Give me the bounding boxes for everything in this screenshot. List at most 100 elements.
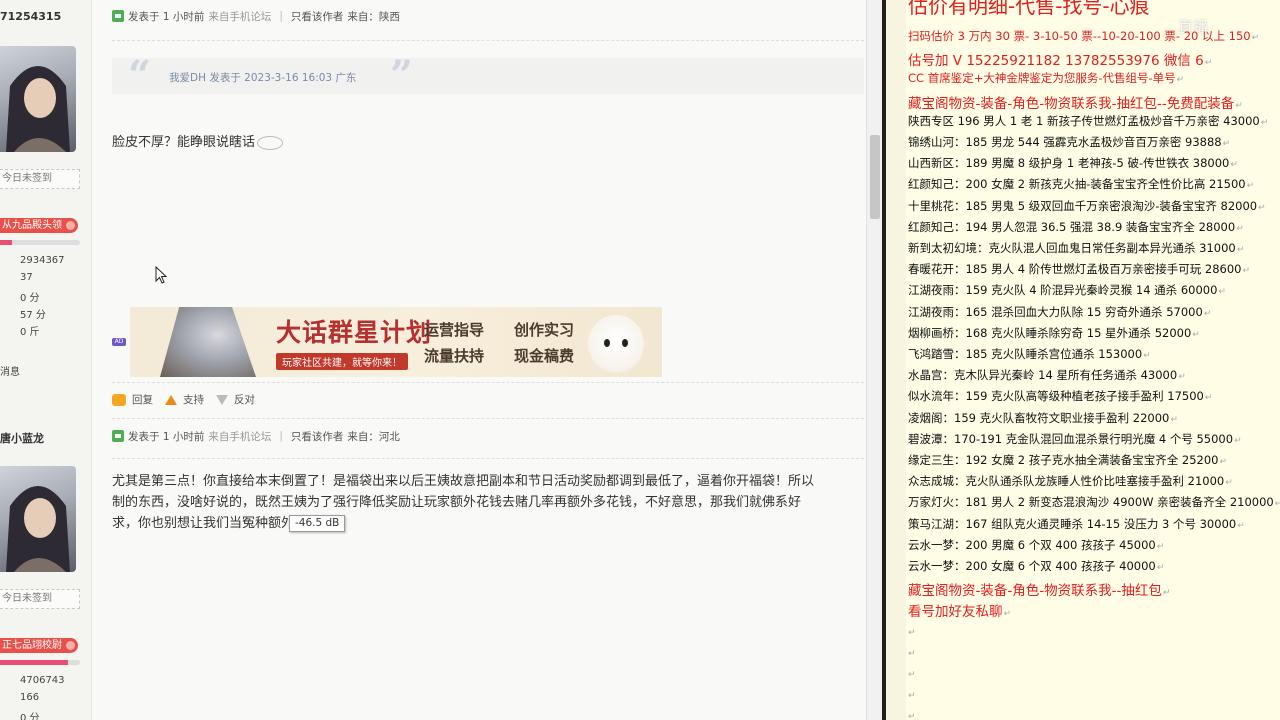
- sheet-line: 碧波潭：170-191 克金队混回血混杀景行明光魔 4 个号 55000↵: [908, 431, 1242, 447]
- paragraph-mark-icon: ↵: [1203, 308, 1212, 319]
- sheet-line-text: 陕西专区 196 男人 1 老 1 新孩子传世燃灯孟极炒音千万亲密 43000: [908, 113, 1260, 128]
- post-source-link[interactable]: 来自手机论坛: [208, 429, 271, 444]
- avatar[interactable]: [0, 46, 76, 152]
- sheet-line: 藏宝阁物资-装备-角色-物资联系我-抽红包--免费配装备↵: [908, 92, 1243, 112]
- sheet-line-text: 策马江湖：167 组队克火通灵睡杀 14-15 没压力 3 个号 30000: [908, 516, 1237, 531]
- sheet-line: 藏宝阁物资-装备-角色-物资联系我--抽红包↵: [908, 579, 1170, 599]
- quote-source[interactable]: 我爱DH 发表于 2023-3-16 16:03 广东: [169, 70, 356, 85]
- message-link[interactable]: 消息: [0, 363, 20, 378]
- paragraph-mark-icon: ↵: [908, 690, 916, 701]
- sheet-line: 飞鸿踏雪：185 克火队睡杀宫位通杀 153000↵: [908, 346, 1151, 362]
- stat-value: 4706743: [20, 675, 65, 686]
- post-time: 发表于 1 小时前: [128, 10, 205, 23]
- vertical-scrollbar[interactable]: [866, 0, 882, 720]
- ad-feature: 现金稿费: [514, 347, 575, 365]
- sheet-line-text: 藏宝阁物资-装备-角色-物资联系我-抽红包--免费配装备: [908, 95, 1235, 112]
- sheet-line: 陕西专区 196 男人 1 老 1 新孩子传世燃灯孟极炒音千万亲密 43000↵: [908, 113, 1268, 129]
- sheet-line: 缘定三生：192 女魔 2 孩子克水抽全满装备宝宝齐全 25200↵: [908, 452, 1227, 468]
- reply-button[interactable]: 回复: [112, 392, 153, 407]
- paragraph-mark-icon: ↵: [1236, 245, 1245, 255]
- emoticon-icon: [257, 135, 284, 150]
- sheet-line-text: 万家灯火：181 男人 2 新变态混浪淘沙 4900W 亲密装备齐全 21000…: [908, 495, 1274, 510]
- paragraph-mark-icon: ↵: [1204, 393, 1213, 404]
- paragraph-mark-icon: ↵: [1274, 499, 1280, 510]
- post-actions: 回复 支持 反对: [112, 392, 255, 407]
- divider: [112, 382, 864, 383]
- sheet-line-text: 藏宝阁物资-装备-角色-物资联系我--抽红包: [908, 583, 1162, 600]
- level-progress-bar: [0, 240, 80, 245]
- sheet-line: 众志成城：克火队通杀队龙族睡人性价比哇塞接手盈利 21000↵: [908, 473, 1233, 489]
- paragraph-mark-icon: ↵: [1251, 33, 1260, 43]
- sheet-line-text: 江湖夜雨：159 克火队 4 阶混异光秦岭灵猴 14 通杀 60000: [908, 283, 1218, 298]
- ad-label: AD: [112, 338, 126, 346]
- oppose-button[interactable]: 反对: [216, 392, 255, 407]
- divider: [112, 458, 864, 459]
- sheet-line: 云水一梦：200 女魔 6 个双 400 孩孩子 40000↵: [908, 558, 1164, 574]
- rank-badge: 从九品殿头领: [0, 218, 78, 233]
- sheet-line-text: 春暖花开：185 男人 4 阶传世燃灯孟极百万亲密接手可玩 28600: [908, 262, 1242, 277]
- paragraph-mark-icon: ↵: [1242, 266, 1251, 277]
- username[interactable]: 唐小蓝龙: [0, 430, 44, 446]
- paragraph-mark-icon: ↵: [908, 648, 916, 659]
- sheet-line: 看号加好友私聊↵: [908, 600, 1011, 620]
- sheet-line-text: 缘定三生：192 女魔 2 孩子克水抽全满装备宝宝齐全 25200: [908, 453, 1219, 467]
- mobile-post-icon: [112, 430, 124, 442]
- post-source-link[interactable]: 来自手机论坛: [208, 9, 271, 24]
- oppose-label: 反对: [234, 394, 255, 406]
- sheet-line: 江湖夜雨：159 克火队 4 阶混异光秦岭灵猴 14 通杀 60000↵: [908, 282, 1226, 298]
- signin-status[interactable]: 今日未签到: [0, 169, 80, 189]
- sheet-line-text: 似水流年：159 克火队高等级种植老孩子接手盈利 17500: [908, 389, 1204, 404]
- sheet-line: 春暖花开：185 男人 4 阶传世燃灯孟极百万亲密接手可玩 28600↵: [908, 261, 1250, 277]
- paragraph-mark-icon: ↵: [1218, 287, 1226, 298]
- sheet-line: 江湖夜雨：165 混杀回血大力队除 15 穷奇外通杀 57000↵: [908, 304, 1211, 320]
- sheet-line: 十里桃花：185 男鬼 5 级双回血千万亲密浪淘沙-装备宝宝齐 82000↵: [908, 198, 1266, 214]
- stat-value: 0 分: [20, 713, 40, 720]
- stat-value: 37: [20, 272, 33, 283]
- paragraph-mark-icon: ↵: [1170, 414, 1178, 425]
- sheet-line: 红颜知己：200 女魔 2 新孩克火抽-装备宝宝齐全性价比高 21500↵: [908, 176, 1254, 192]
- sheet-line: 估号加 V 15225921182 13782553976 微信 6↵: [908, 49, 1212, 69]
- sheet-line: 锦绣山河：185 男龙 544 强霹克水孟极炒音百万亲密 93888↵: [908, 134, 1230, 150]
- stat-value: 0 分: [20, 293, 40, 304]
- reply-label: 回复: [132, 394, 153, 406]
- screen: 71254315 今日未签到 从九品殿头领 2934367 37 0 分 57 …: [0, 0, 1280, 720]
- post-meta: 发表于 1 小时前 来自手机论坛 | 只看该作者 来自：陕西: [112, 8, 400, 24]
- post-text-line: 求，你也别想让我们当冤种额外花钱！: [112, 516, 334, 531]
- level-progress-bar: [0, 660, 80, 665]
- sheet-line-text: 十里桃花：185 男鬼 5 级双回血千万亲密浪淘沙-装备宝宝齐 82000: [908, 198, 1258, 213]
- stat-value: 0 斤: [20, 327, 40, 338]
- paragraph-mark-icon: ↵: [1162, 588, 1171, 599]
- sheet-line-text: 凌烟阁：159 克火队畜牧符文职业接手盈利 22000: [908, 410, 1170, 425]
- paragraph-mark-icon: ↵: [908, 711, 916, 720]
- divider: [112, 418, 864, 419]
- paragraph-mark-icon: ↵: [1156, 541, 1165, 552]
- sheet-line: 新到太初幻境：克火队混人回血鬼日常任务副本异光通杀 31000↵: [908, 240, 1244, 256]
- paragraph-mark-icon: ↵: [1003, 609, 1012, 620]
- support-button[interactable]: 支持: [165, 392, 204, 407]
- sheet-line-text: 红颜知己：200 女魔 2 新孩克火抽-装备宝宝齐全性价比高 21500: [908, 177, 1246, 192]
- sheet-line-text: 估号加 V 15225921182 13782553976 微信 6: [908, 53, 1204, 70]
- paragraph-mark-icon: ↵: [1260, 117, 1269, 128]
- username[interactable]: 71254315: [0, 10, 61, 23]
- signin-status[interactable]: 今日未签到: [0, 589, 80, 609]
- avatar[interactable]: [0, 466, 76, 572]
- price-sheet-document: 估价有明细-代售-找号-心痕 直播 扫码估价 3 万内 30 票- 3-10-5…: [886, 0, 1280, 720]
- sheet-line: 似水流年：159 克火队高等级种植老孩子接手盈利 17500↵: [908, 388, 1212, 404]
- post-meta: 发表于 1 小时前 来自手机论坛 | 只看该作者 来自：河北: [112, 428, 400, 444]
- paragraph-mark-icon: ↵: [1230, 160, 1238, 171]
- sheet-line-text: 云水一梦：200 男魔 6 个双 400 孩孩子 45000: [908, 537, 1156, 552]
- paragraph-mark-icon: ↵: [1236, 223, 1244, 234]
- scrollbar-thumb[interactable]: [870, 135, 880, 219]
- only-author-link[interactable]: 只看该作者: [291, 429, 344, 444]
- paragraph-mark-icon: ↵: [1258, 202, 1266, 213]
- sheet-line: 云水一梦：200 男魔 6 个双 400 孩孩子 45000↵: [908, 537, 1164, 553]
- only-author-link[interactable]: 只看该作者: [291, 9, 344, 24]
- ad-feature: 创作实习: [514, 321, 575, 339]
- sheet-line: 水晶宫：克木队异光秦岭 14 星所有任务通杀 43000↵: [908, 367, 1186, 383]
- stat-value: 57 分: [20, 310, 46, 321]
- ad-banner[interactable]: 大话群星计划 玩家社区共建，就等你来！ 运营指导 创作实习 流量扶持 现金稿费: [130, 307, 662, 377]
- paragraph-mark-icon: ↵: [1235, 100, 1243, 111]
- post-content: 尤其是第三点！你直接给本末倒置了！是福袋出来以后王姨故意把副本和节日活动奖励都调…: [112, 471, 866, 537]
- sheet-line-text: 水晶宫：克木队异光秦岭 14 星所有任务通杀 43000: [908, 368, 1178, 383]
- reply-icon: [112, 393, 126, 406]
